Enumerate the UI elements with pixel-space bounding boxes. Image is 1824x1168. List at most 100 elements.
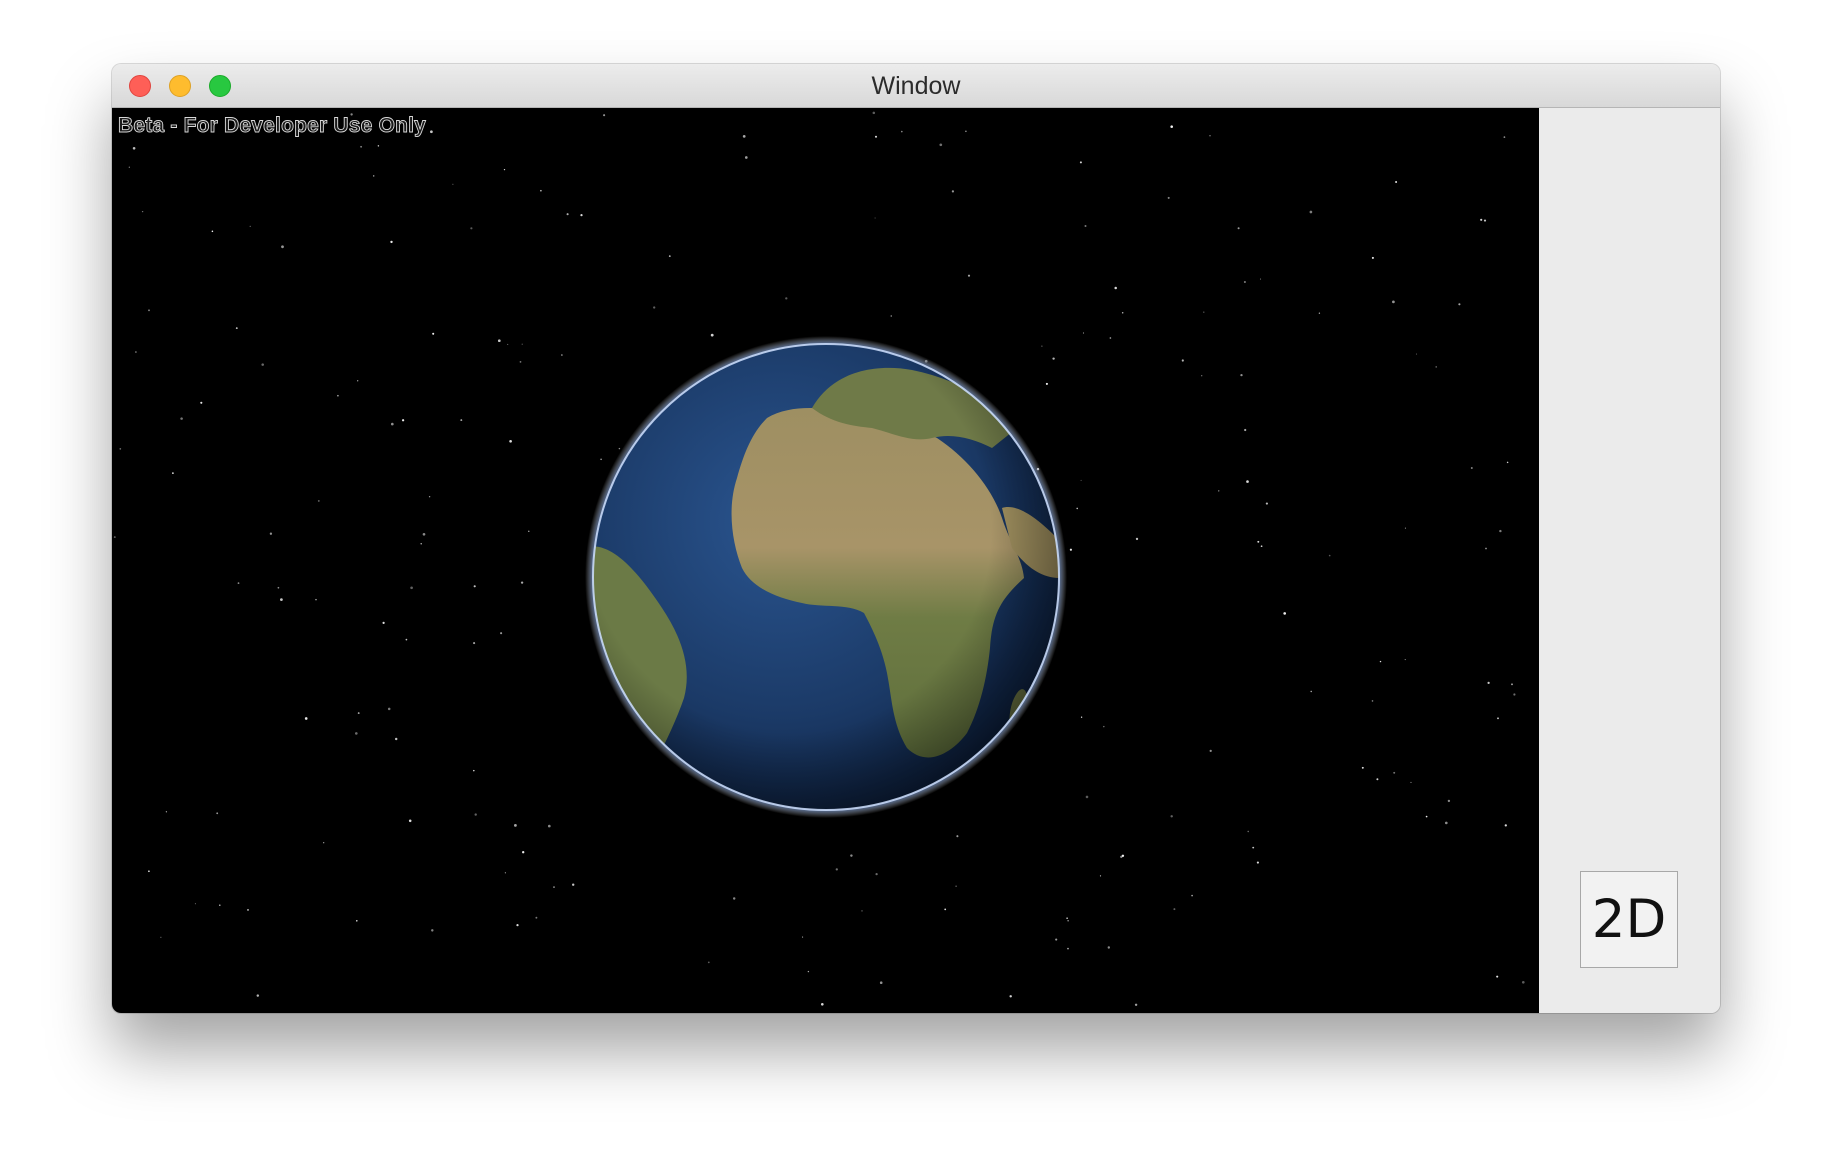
- star: [237, 582, 240, 584]
- star: [1506, 461, 1509, 464]
- star: [281, 245, 284, 249]
- star: [939, 143, 943, 147]
- star: [668, 255, 671, 257]
- star: [390, 422, 394, 426]
- star: [160, 936, 162, 938]
- star: [473, 585, 476, 588]
- star: [1209, 749, 1212, 753]
- scene-canvas[interactable]: [112, 108, 1539, 1013]
- star: [874, 135, 878, 138]
- star: [1114, 286, 1117, 290]
- star: [357, 380, 359, 382]
- star: [1259, 278, 1262, 280]
- star: [216, 812, 219, 815]
- star: [360, 145, 363, 148]
- star: [861, 910, 863, 912]
- star: [1167, 196, 1170, 199]
- star: [1404, 527, 1406, 529]
- star: [1041, 345, 1043, 347]
- star: [473, 769, 475, 772]
- star: [1310, 690, 1312, 693]
- star: [135, 351, 137, 353]
- star: [1079, 161, 1082, 164]
- star: [1243, 280, 1246, 284]
- star: [516, 924, 519, 927]
- star: [1415, 353, 1418, 355]
- star: [872, 111, 876, 115]
- star: [315, 598, 317, 601]
- star: [1052, 357, 1055, 360]
- star: [522, 851, 525, 854]
- star: [1521, 980, 1525, 984]
- star: [304, 717, 308, 720]
- star: [280, 598, 283, 601]
- star: [561, 354, 563, 356]
- star: [337, 394, 339, 397]
- star: [113, 536, 116, 539]
- star: [965, 130, 967, 133]
- star: [504, 872, 506, 874]
- star: [1379, 660, 1382, 663]
- star: [235, 327, 238, 330]
- star: [509, 439, 512, 443]
- star: [710, 333, 714, 337]
- star: [256, 994, 260, 997]
- star: [1203, 311, 1205, 313]
- star: [323, 842, 325, 844]
- star: [357, 712, 360, 715]
- star: [535, 916, 538, 919]
- star: [382, 621, 385, 625]
- star: [1170, 125, 1173, 128]
- star: [473, 642, 476, 645]
- star: [1045, 382, 1048, 385]
- star: [1109, 337, 1112, 339]
- star: [603, 114, 606, 117]
- star: [1247, 830, 1249, 833]
- star: [875, 872, 878, 876]
- view-2d-toggle-button[interactable]: 2D: [1580, 871, 1678, 968]
- star: [1485, 547, 1487, 550]
- star: [470, 227, 473, 230]
- star: [528, 530, 530, 532]
- globe-scene-view[interactable]: Beta - For Developer Use Only: [112, 108, 1539, 1013]
- star: [1080, 716, 1083, 718]
- star: [890, 315, 892, 317]
- star: [1084, 224, 1087, 228]
- star: [951, 190, 955, 193]
- star: [372, 175, 375, 177]
- star: [944, 908, 947, 911]
- star: [1513, 693, 1516, 696]
- star: [874, 217, 876, 219]
- star: [520, 581, 524, 584]
- star: [600, 458, 602, 461]
- star: [219, 904, 221, 906]
- star: [1499, 529, 1502, 533]
- star: [879, 981, 883, 984]
- star: [211, 230, 214, 233]
- star: [1395, 181, 1398, 183]
- star: [1252, 846, 1255, 849]
- star: [430, 130, 433, 134]
- star: [519, 361, 522, 363]
- star: [141, 210, 144, 213]
- star: [1107, 946, 1110, 949]
- star: [1260, 545, 1263, 548]
- star: [566, 213, 569, 216]
- star: [500, 632, 503, 635]
- star: [1135, 537, 1139, 541]
- star: [1201, 375, 1203, 377]
- star: [1511, 683, 1513, 686]
- title-bar[interactable]: Window: [112, 64, 1720, 108]
- star: [408, 819, 412, 823]
- earth-globe-icon[interactable]: [582, 336, 1067, 818]
- star: [1393, 771, 1396, 774]
- star: [820, 1002, 824, 1006]
- star: [967, 274, 971, 277]
- star: [1425, 815, 1428, 818]
- star: [1318, 312, 1321, 314]
- star: [955, 885, 957, 887]
- star: [387, 707, 391, 711]
- star: [1170, 815, 1173, 818]
- star: [420, 543, 422, 545]
- star: [1246, 480, 1249, 483]
